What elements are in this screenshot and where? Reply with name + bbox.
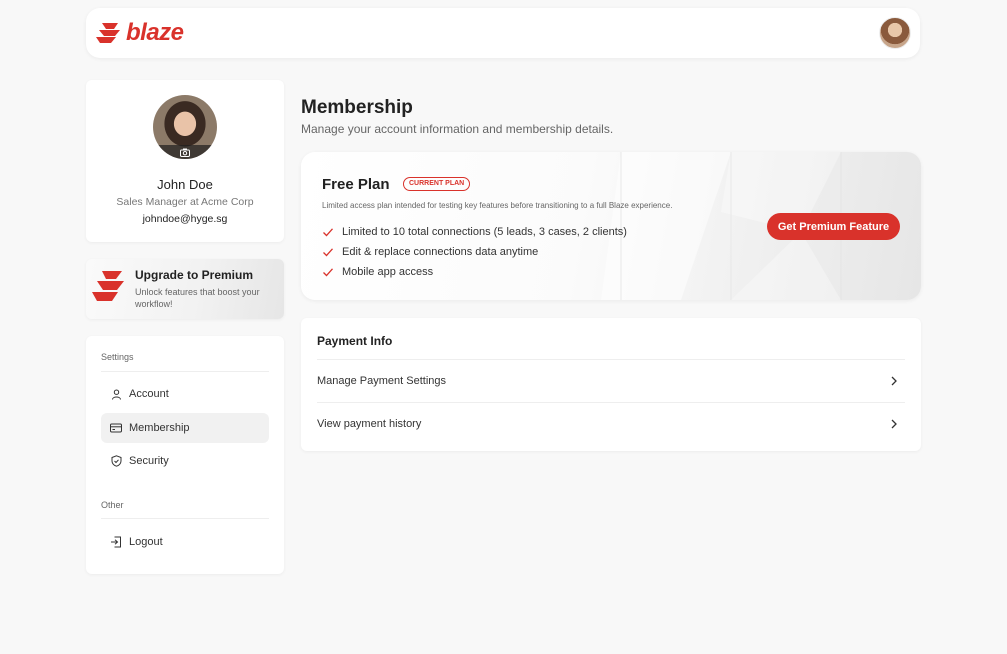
page-subtitle: Manage your account information and memb… — [301, 122, 614, 136]
plan-feature-text: Limited to 10 total connections (5 leads… — [342, 226, 627, 238]
profile-role: Sales Manager at Acme Corp — [116, 196, 254, 208]
sidebar-item-membership[interactable]: Membership — [101, 413, 269, 443]
payment-info-card: Payment Info Manage Payment Settings Vie… — [301, 318, 921, 451]
user-avatar[interactable] — [879, 17, 911, 49]
plan-feature: Edit & replace connections data anytime — [322, 246, 538, 258]
user-icon — [110, 388, 122, 400]
page-title: Membership — [301, 97, 413, 118]
card-icon — [110, 422, 122, 434]
blaze-logo-icon — [96, 23, 120, 43]
plan-feature: Mobile app access — [322, 266, 433, 278]
divider — [101, 371, 269, 372]
shield-icon — [110, 455, 122, 467]
plan-feature: Limited to 10 total connections (5 leads… — [322, 226, 627, 238]
logout-label: Logout — [129, 536, 163, 548]
get-premium-button[interactable]: Get Premium Feature — [767, 213, 900, 240]
sidebar-item-account[interactable]: Account — [101, 379, 269, 409]
other-section-label: Other — [101, 500, 124, 510]
manage-payment-settings-row[interactable]: Manage Payment Settings — [317, 359, 905, 402]
sidebar-item-label: Account — [129, 388, 169, 400]
plan-description: Limited access plan intended for testing… — [322, 201, 673, 210]
sidebar-item-label: Membership — [129, 422, 190, 434]
settings-section-label: Settings — [101, 352, 134, 362]
brand-name: blaze — [126, 19, 184, 46]
profile-card: John Doe Sales Manager at Acme Corp john… — [86, 80, 284, 242]
divider — [101, 518, 269, 519]
blaze-logo-icon — [92, 271, 124, 301]
plan-card: Free Plan CURRENT PLAN Limited access pl… — [301, 152, 921, 300]
settings-nav: Settings Account Membership Security Oth… — [86, 336, 284, 574]
current-plan-badge: CURRENT PLAN — [403, 177, 471, 191]
profile-email: johndoe@hyge.sg — [142, 213, 228, 225]
check-icon — [322, 266, 334, 278]
top-bar: blaze — [86, 8, 920, 58]
plan-feature-text: Mobile app access — [342, 266, 434, 278]
chevron-right-icon — [889, 376, 899, 386]
check-icon — [322, 246, 334, 258]
logout-icon — [110, 536, 122, 548]
sidebar-item-label: Security — [129, 455, 169, 467]
view-payment-history-row[interactable]: View payment history — [317, 402, 905, 445]
blaze-logo[interactable]: blaze — [96, 19, 184, 47]
logout-button[interactable]: Logout — [101, 527, 269, 557]
plan-name: Free Plan — [322, 176, 390, 193]
profile-name: John Doe — [157, 177, 213, 192]
check-icon — [322, 226, 334, 238]
upgrade-subtitle: Unlock features that boost your workflow… — [135, 287, 260, 309]
upgrade-card[interactable]: Upgrade to Premium Unlock features that … — [86, 259, 284, 319]
upgrade-title: Upgrade to Premium — [135, 268, 254, 282]
plan-feature-text: Edit & replace connections data anytime — [342, 246, 539, 258]
row-label: View payment history — [317, 418, 422, 430]
payment-info-title: Payment Info — [317, 334, 393, 348]
profile-avatar[interactable] — [153, 95, 217, 159]
row-label: Manage Payment Settings — [317, 375, 447, 387]
sidebar-item-security[interactable]: Security — [101, 446, 269, 476]
chevron-right-icon — [889, 419, 899, 429]
camera-icon[interactable] — [153, 145, 217, 159]
